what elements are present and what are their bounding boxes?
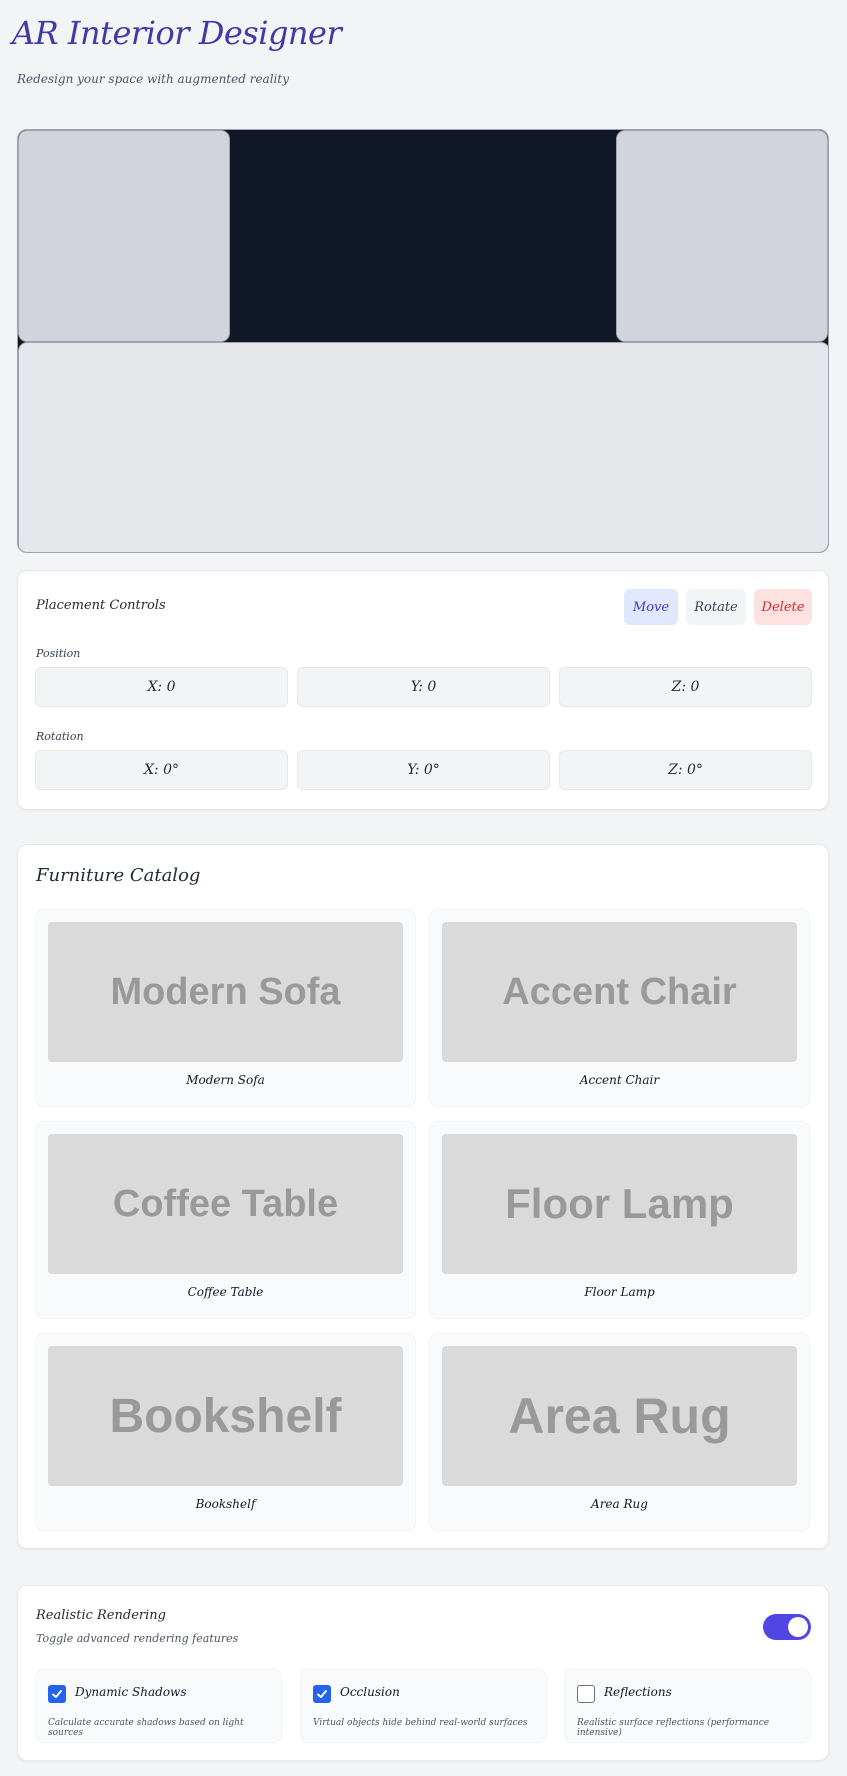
catalog-item-name: Coffee Table (187, 1285, 264, 1299)
reflections-checkbox[interactable] (577, 1685, 595, 1703)
placement-controls-card: Placement Controls Move Rotate Delete Po… (17, 570, 829, 810)
realistic-rendering-title: Realistic Rendering (36, 1608, 166, 1623)
feature-description: Virtual objects hide behind real-world s… (313, 1718, 528, 1728)
catalog-item-image: Floor Lamp (442, 1134, 797, 1274)
furniture-catalog-title: Furniture Catalog (36, 865, 201, 886)
feature-title: Occlusion (340, 1685, 400, 1699)
catalog-item-bookshelf[interactable]: Bookshelf Bookshelf (35, 1333, 416, 1531)
realistic-rendering-card: Realistic Rendering Toggle advanced rend… (17, 1585, 829, 1761)
catalog-item-coffee-table[interactable]: Coffee Table Coffee Table (35, 1121, 416, 1319)
position-y-field[interactable]: Y: 0 (297, 667, 550, 707)
ar-viewport[interactable] (17, 129, 829, 553)
furniture-catalog-card: Furniture Catalog Modern Sofa Modern Sof… (17, 844, 829, 1549)
catalog-item-name: Modern Sofa (186, 1073, 265, 1087)
feature-title: Reflections (604, 1685, 672, 1699)
position-z-field[interactable]: Z: 0 (559, 667, 812, 707)
rotate-button[interactable]: Rotate (686, 589, 746, 625)
catalog-item-image: Bookshelf (48, 1346, 403, 1486)
delete-button[interactable]: Delete (754, 589, 812, 625)
catalog-item-modern-sofa[interactable]: Modern Sofa Modern Sofa (35, 909, 416, 1107)
catalog-item-name: Bookshelf (195, 1497, 256, 1511)
wall-panel-right (616, 130, 828, 342)
catalog-item-image: Coffee Table (48, 1134, 403, 1274)
catalog-item-name: Area Rug (591, 1497, 648, 1511)
catalog-item-floor-lamp[interactable]: Floor Lamp Floor Lamp (429, 1121, 810, 1319)
wall-panel-left (18, 130, 230, 342)
app-subtitle: Redesign your space with augmented reali… (17, 72, 289, 86)
realistic-rendering-toggle[interactable] (763, 1614, 811, 1640)
checkmark-icon (317, 1690, 327, 1698)
feature-description: Calculate accurate shadows based on ligh… (48, 1718, 244, 1738)
position-x-field[interactable]: X: 0 (35, 667, 288, 707)
feature-description: Realistic surface reflections (performan… (577, 1718, 770, 1738)
catalog-item-image: Area Rug (442, 1346, 797, 1486)
rotation-label: Rotation (36, 730, 84, 743)
rotation-x-field[interactable]: X: 0° (35, 750, 288, 790)
catalog-item-name: Accent Chair (579, 1073, 660, 1087)
realistic-rendering-subtitle: Toggle advanced rendering features (36, 1632, 239, 1645)
position-label: Position (36, 647, 81, 660)
catalog-item-name: Floor Lamp (584, 1285, 655, 1299)
floor-panel (18, 342, 828, 552)
catalog-item-image: Accent Chair (442, 922, 797, 1062)
placement-controls-title: Placement Controls (36, 598, 166, 613)
toggle-knob (788, 1617, 808, 1637)
feature-occlusion: Occlusion Virtual objects hide behind re… (300, 1669, 547, 1743)
feature-title: Dynamic Shadows (75, 1685, 187, 1699)
checkmark-icon (52, 1690, 62, 1698)
feature-dynamic-shadows: Dynamic Shadows Calculate accurate shado… (35, 1669, 282, 1743)
catalog-item-accent-chair[interactable]: Accent Chair Accent Chair (429, 909, 810, 1107)
catalog-item-area-rug[interactable]: Area Rug Area Rug (429, 1333, 810, 1531)
dynamic-shadows-checkbox[interactable] (48, 1685, 66, 1703)
app-title: AR Interior Designer (12, 14, 342, 52)
catalog-item-image: Modern Sofa (48, 922, 403, 1062)
feature-reflections: Reflections Realistic surface reflection… (564, 1669, 811, 1743)
rotation-y-field[interactable]: Y: 0° (297, 750, 550, 790)
rotation-z-field[interactable]: Z: 0° (559, 750, 812, 790)
occlusion-checkbox[interactable] (313, 1685, 331, 1703)
move-button[interactable]: Move (624, 589, 678, 625)
